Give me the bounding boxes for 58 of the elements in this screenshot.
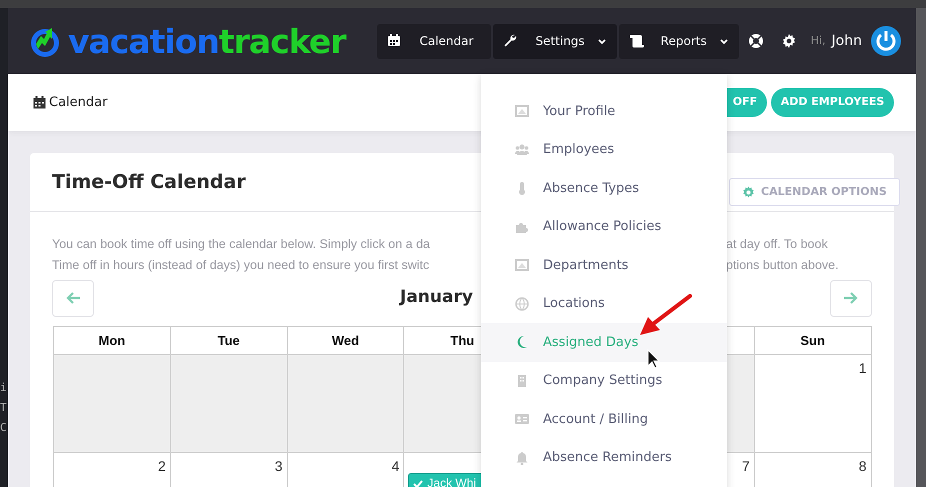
weekday-header: Sun — [754, 326, 872, 354]
day-cell[interactable] — [170, 354, 288, 452]
user-name[interactable]: John — [832, 30, 862, 52]
intro-text: ptions button above. — [726, 257, 839, 274]
frame-icon — [515, 258, 529, 272]
arrow-left-icon — [65, 291, 81, 305]
settings-icon[interactable] — [780, 33, 797, 49]
arrow-right-icon — [843, 291, 859, 305]
background-text: T — [0, 400, 8, 416]
intro-text: You can book time off using the calendar below. Simply click on a da — [52, 236, 430, 253]
menu-item[interactable]: Allowance Policies — [481, 208, 727, 246]
check-icon — [413, 478, 424, 487]
nav-menu-button[interactable]: Calendar — [377, 24, 492, 58]
globe-icon — [515, 296, 529, 311]
previous-month-button[interactable] — [52, 280, 94, 316]
menu-item[interactable]: Your Profile — [481, 92, 727, 130]
next-month-button[interactable] — [830, 280, 872, 316]
breadcrumb[interactable]: Calendar — [33, 92, 108, 112]
background-text: i — [0, 380, 8, 396]
menu-item[interactable]: Company Settings — [481, 362, 727, 400]
menu-item[interactable]: Locations — [481, 284, 727, 323]
menu-item[interactable]: Departments — [481, 246, 727, 284]
day-number: 1 — [858, 359, 867, 378]
calendar-icon — [33, 96, 46, 109]
nav-menu-button[interactable]: Settings — [493, 24, 617, 58]
day-cell[interactable] — [54, 354, 170, 452]
day-number: 2 — [157, 457, 166, 476]
intro-text: at day off. To book — [726, 236, 828, 253]
annotation-arrow — [640, 294, 692, 335]
menu-item[interactable]: Account / Billing — [481, 400, 727, 438]
greeting-text: Hi, — [810, 32, 826, 49]
menu-item[interactable]: Absence Types — [481, 169, 727, 208]
day-cell[interactable]: 1 — [754, 354, 872, 452]
avatar-icon[interactable] — [870, 25, 902, 57]
id-card-icon — [515, 412, 529, 426]
frame-icon — [515, 104, 529, 118]
help-icon[interactable] — [748, 33, 764, 49]
moon-icon — [515, 335, 529, 350]
month-title: January — [400, 286, 473, 310]
day-cell[interactable]: 2 — [54, 452, 170, 487]
intro-text: Time off in hours (instead of days) you need to ensure you first switc — [52, 257, 430, 274]
nav-menu-button[interactable]: Reports — [618, 24, 739, 58]
building-icon — [515, 374, 529, 388]
menu-item[interactable]: Employees — [481, 130, 727, 169]
day-cell[interactable] — [287, 354, 404, 452]
settings-icon — [742, 186, 755, 198]
day-number: 4 — [390, 457, 400, 476]
logo-text: vacationtracker — [68, 24, 346, 58]
scroll-icon — [628, 33, 645, 49]
weekday-header: Mon — [54, 326, 170, 354]
day-number: 8 — [858, 457, 867, 476]
day-number: 3 — [274, 457, 283, 476]
weekday-header: Tue — [170, 326, 288, 354]
people-icon — [515, 142, 529, 157]
background-text: C — [0, 420, 8, 436]
bell-icon — [515, 450, 529, 465]
card-title: Time-Off Calendar — [52, 170, 246, 195]
cursor-icon — [648, 348, 660, 369]
